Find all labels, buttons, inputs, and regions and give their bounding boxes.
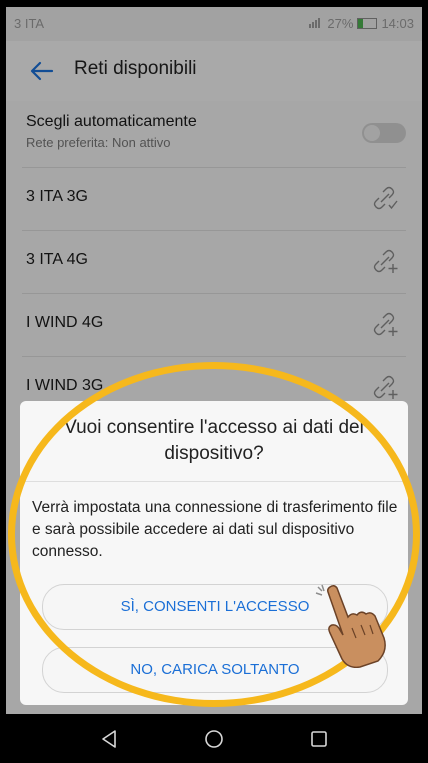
square-recents-icon[interactable] [308, 728, 330, 750]
pointing-hand-icon [312, 583, 392, 669]
system-navigation-bar [0, 714, 428, 763]
triangle-back-icon[interactable] [98, 728, 120, 750]
circle-home-icon[interactable] [203, 728, 225, 750]
device-frame: 3 ITA 27% 14:03 Reti disponibili Scegli … [0, 0, 428, 763]
